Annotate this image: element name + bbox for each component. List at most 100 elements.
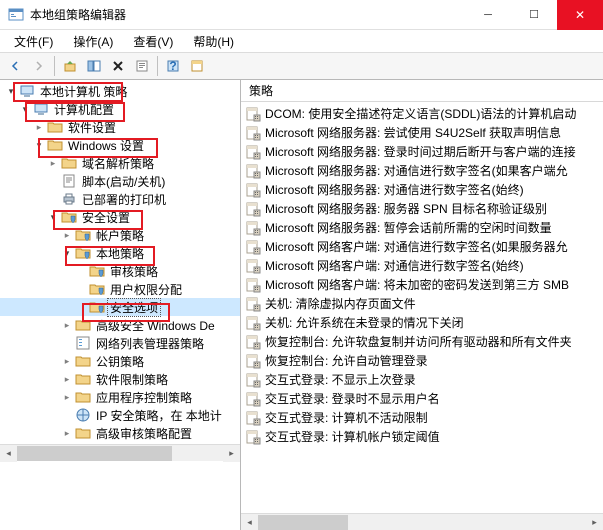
tree-local-policies[interactable]: 本地策略: [0, 244, 240, 262]
policy-item[interactable]: Microsoft 网络服务器: 服务器 SPN 目标名称验证级别: [241, 199, 603, 218]
tree-root[interactable]: 本地计算机 策略: [0, 82, 240, 100]
tree-view[interactable]: 本地计算机 策略计算机配置软件设置Windows 设置域名解析策略脚本(启动/关…: [0, 80, 240, 444]
policy-item[interactable]: Microsoft 网络服务器: 暂停会话前所需的空闲时间数量: [241, 218, 603, 237]
up-button[interactable]: [59, 55, 81, 77]
tree-security-settings[interactable]: 安全设置: [0, 208, 240, 226]
expander-icon[interactable]: [60, 390, 74, 404]
policy-item[interactable]: 交互式登录: 登录时不显示用户名: [241, 389, 603, 408]
tree-pane[interactable]: 本地计算机 策略计算机配置软件设置Windows 设置域名解析策略脚本(启动/关…: [0, 80, 241, 530]
tree-dns-policy[interactable]: 域名解析策略: [0, 154, 240, 172]
tree-scripts[interactable]: 脚本(启动/关机): [0, 172, 240, 190]
node-icon: [47, 137, 63, 153]
tree-security-options[interactable]: 安全选项: [0, 298, 240, 316]
menu-view[interactable]: 查看(V): [125, 31, 181, 52]
scroll-thumb[interactable]: [258, 515, 348, 530]
list-scrollbar-x[interactable]: ◂ ▸: [241, 513, 603, 530]
menu-action[interactable]: 操作(A): [65, 31, 121, 52]
policy-item[interactable]: Microsoft 网络服务器: 尝试使用 S4U2Self 获取声明信息: [241, 123, 603, 142]
policy-item[interactable]: Microsoft 网络服务器: 登录时间过期后断开与客户端的连接: [241, 142, 603, 161]
tree-label: 安全设置: [80, 209, 132, 226]
tree-label: 网络列表管理器策略: [94, 335, 206, 352]
policy-label: Microsoft 网络服务器: 登录时间过期后断开与客户端的连接: [265, 143, 576, 160]
policy-item[interactable]: 关机: 允许系统在未登录的情况下关闭: [241, 313, 603, 332]
forward-button[interactable]: [28, 55, 50, 77]
filter-button[interactable]: [186, 55, 208, 77]
node-icon: [89, 281, 105, 297]
tree-ip-security[interactable]: IP 安全策略，在 本地计: [0, 406, 240, 424]
tree-label: Windows 设置: [66, 137, 146, 154]
expander-icon[interactable]: [60, 426, 74, 440]
policy-label: Microsoft 网络服务器: 对通信进行数字签名(始终): [265, 181, 524, 198]
tree-advanced-firewall[interactable]: 高级安全 Windows De: [0, 316, 240, 334]
close-button[interactable]: [557, 0, 603, 30]
scroll-left-button[interactable]: ◂: [241, 514, 258, 530]
back-button[interactable]: [4, 55, 26, 77]
expander-icon[interactable]: [60, 354, 74, 368]
scroll-right-button[interactable]: ▸: [586, 514, 603, 530]
tree-network-list[interactable]: 网络列表管理器策略: [0, 334, 240, 352]
expander-icon[interactable]: [32, 138, 46, 152]
policy-item[interactable]: 交互式登录: 计算机不活动限制: [241, 408, 603, 427]
toolbar: ?: [0, 52, 603, 80]
expander-icon[interactable]: [46, 156, 60, 170]
expander-icon[interactable]: [4, 84, 18, 98]
policy-item[interactable]: 交互式登录: 计算机帐户锁定阈值: [241, 427, 603, 446]
policy-item[interactable]: Microsoft 网络客户端: 对通信进行数字签名(如果服务器允: [241, 237, 603, 256]
node-icon: [75, 407, 91, 423]
policy-item[interactable]: Microsoft 网络服务器: 对通信进行数字签名(始终): [241, 180, 603, 199]
scroll-thumb[interactable]: [17, 446, 172, 461]
policy-label: 交互式登录: 计算机帐户锁定阈值: [265, 428, 440, 445]
policy-item[interactable]: 交互式登录: 不显示上次登录: [241, 370, 603, 389]
scroll-left-button[interactable]: ◂: [0, 445, 17, 462]
menu-bar: 文件(F) 操作(A) 查看(V) 帮助(H): [0, 30, 603, 52]
column-header-policy[interactable]: 策略: [241, 80, 603, 102]
policy-item[interactable]: 关机: 清除虚拟内存页面文件: [241, 294, 603, 313]
delete-button[interactable]: [107, 55, 129, 77]
tree-public-key[interactable]: 公钥策略: [0, 352, 240, 370]
expander-icon[interactable]: [60, 372, 74, 386]
tree-scrollbar-x[interactable]: ◂ ▸: [0, 444, 240, 461]
policy-icon: [245, 277, 261, 293]
expander-icon[interactable]: [46, 210, 60, 224]
tree-app-control[interactable]: 应用程序控制策略: [0, 388, 240, 406]
policy-item[interactable]: DCOM: 使用安全描述符定义语言(SDDL)语法的计算机启动: [241, 104, 603, 123]
tree-advanced-audit[interactable]: 高级审核策略配置: [0, 424, 240, 442]
node-icon: [89, 299, 105, 315]
details-pane: 策略 DCOM: 使用安全描述符定义语言(SDDL)语法的计算机启动Micros…: [241, 80, 603, 530]
policy-item[interactable]: 恢复控制台: 允许自动管理登录: [241, 351, 603, 370]
menu-help[interactable]: 帮助(H): [185, 31, 242, 52]
tree-windows-settings[interactable]: Windows 设置: [0, 136, 240, 154]
policy-item[interactable]: Microsoft 网络客户端: 对通信进行数字签名(始终): [241, 256, 603, 275]
maximize-button[interactable]: [511, 0, 557, 30]
policy-item[interactable]: Microsoft 网络客户端: 将未加密的密码发送到第三方 SMB: [241, 275, 603, 294]
tree-software-settings[interactable]: 软件设置: [0, 118, 240, 136]
scroll-track[interactable]: [258, 514, 586, 530]
tree-label: 本地计算机 策略: [38, 83, 129, 100]
tree-software-restriction[interactable]: 软件限制策略: [0, 370, 240, 388]
minimize-button[interactable]: [465, 0, 511, 30]
expander-icon[interactable]: [60, 318, 74, 332]
scroll-right-button[interactable]: ▸: [223, 445, 240, 462]
properties-button[interactable]: [131, 55, 153, 77]
policy-label: 关机: 清除虚拟内存页面文件: [265, 295, 416, 312]
expander-icon[interactable]: [60, 228, 74, 242]
show-hide-tree-button[interactable]: [83, 55, 105, 77]
policy-item[interactable]: Microsoft 网络服务器: 对通信进行数字签名(如果客户端允: [241, 161, 603, 180]
policy-item[interactable]: 恢复控制台: 允许软盘复制并访问所有驱动器和所有文件夹: [241, 332, 603, 351]
expander-icon[interactable]: [60, 246, 74, 260]
tree-audit-policy[interactable]: 审核策略: [0, 262, 240, 280]
policy-label: Microsoft 网络服务器: 暂停会话前所需的空闲时间数量: [265, 219, 552, 236]
node-icon: [89, 263, 105, 279]
scroll-track[interactable]: [17, 445, 223, 462]
tree-user-rights[interactable]: 用户权限分配: [0, 280, 240, 298]
expander-icon[interactable]: [18, 102, 32, 116]
policy-icon: [245, 163, 261, 179]
policy-icon: [245, 296, 261, 312]
expander-icon[interactable]: [32, 120, 46, 134]
help-button[interactable]: ?: [162, 55, 184, 77]
tree-deployed-printers[interactable]: 已部署的打印机: [0, 190, 240, 208]
policy-list[interactable]: DCOM: 使用安全描述符定义语言(SDDL)语法的计算机启动Microsoft…: [241, 102, 603, 513]
tree-computer-config[interactable]: 计算机配置: [0, 100, 240, 118]
menu-file[interactable]: 文件(F): [6, 31, 61, 52]
tree-account-policies[interactable]: 帐户策略: [0, 226, 240, 244]
